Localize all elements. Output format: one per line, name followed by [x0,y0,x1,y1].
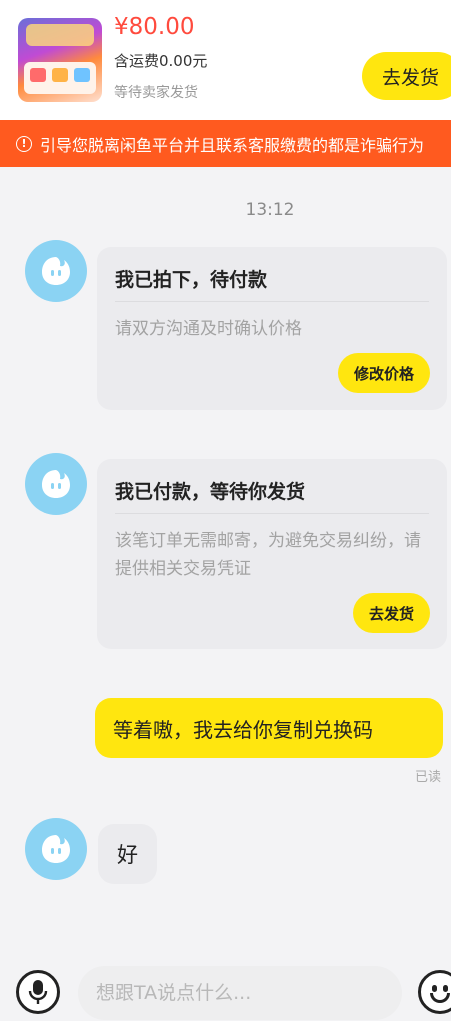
message-text: 等着嗷，我去给你复制兑换码 [113,717,373,742]
exclamation-circle-icon: ! [16,135,32,152]
incoming-message-bubble[interactable]: 好 [98,824,157,884]
card-divider [115,513,429,514]
seller-avatar[interactable] [25,818,87,880]
card-divider [115,301,429,302]
seller-avatar[interactable] [25,453,87,515]
read-receipt: 已读 [414,770,441,785]
ship-button[interactable]: 去发货 [352,593,430,633]
ship-order-button[interactable]: 去发货 [362,52,451,100]
order-summary-bar[interactable]: ¥80.00 含运费0.00元 等待卖家发货 去发货 [0,0,451,120]
microphone-icon [28,980,48,1004]
order-status: 等待卖家发货 [114,85,198,101]
emoji-button[interactable] [418,970,451,1014]
avatar-ghost-icon [42,835,70,863]
order-price: ¥80.00 [114,14,195,40]
card-description: 请双方沟通及时确认价格 [115,319,302,339]
card-title: 我已拍下，待付款 [115,269,268,291]
product-thumbnail[interactable] [18,18,102,102]
message-input[interactable] [78,966,402,1020]
avatar-ghost-icon [42,470,70,498]
warning-text: 引导您脱离闲鱼平台并且联系客服缴费的都是诈骗行为 [40,135,425,155]
card-title: 我已付款，等待你发货 [115,481,306,503]
message-text: 好 [117,843,138,867]
fraud-warning-banner: ! 引导您脱离闲鱼平台并且联系客服缴费的都是诈骗行为 [0,120,451,167]
chat-timestamp: 13:12 [245,200,295,220]
avatar-ghost-icon [42,257,70,285]
modify-price-button[interactable]: 修改价格 [337,353,430,393]
shipping-fee-note: 含运费0.00元 [114,52,208,70]
voice-input-button[interactable] [16,970,60,1014]
card-description: 该笔订单无需邮寄，为避免交易纠纷，请提供相关交易凭证 [115,531,421,579]
outgoing-message-bubble[interactable]: 等着嗷，我去给你复制兑换码 [95,698,443,758]
seller-avatar[interactable] [25,240,87,302]
order-card-pending-payment: 我已拍下，待付款 请双方沟通及时确认价格 修改价格 [97,247,447,410]
order-card-paid-awaiting-shipment: 我已付款，等待你发货 该笔订单无需邮寄，为避免交易纠纷，请提供相关交易凭证 去发… [97,459,447,649]
